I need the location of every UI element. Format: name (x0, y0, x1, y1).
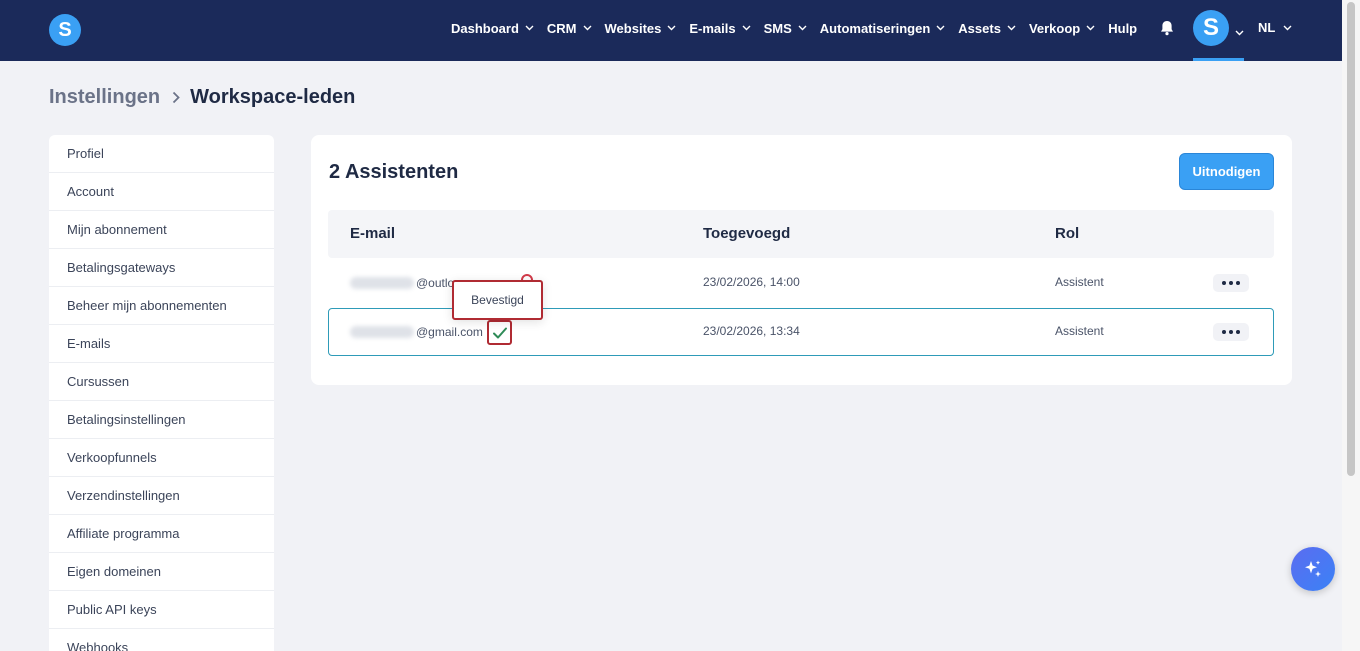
chevron-down-icon (798, 25, 807, 31)
nav-label: Hulp (1108, 20, 1138, 36)
members-count-title: 2 Assistenten (329, 161, 459, 183)
sidebar-item-api-keys[interactable]: Public API keys (49, 591, 274, 629)
sidebar-item-label: Verzendinstellingen (67, 488, 180, 503)
user-menu[interactable]: S (1193, 10, 1244, 61)
sidebar-item-payment-settings[interactable]: Betalingsinstellingen (49, 401, 274, 439)
logo[interactable]: S (49, 14, 81, 46)
nav-sales[interactable]: Verkoop (1029, 21, 1095, 36)
language-label: NL (1258, 20, 1276, 35)
sidebar-item-courses[interactable]: Cursussen (49, 363, 274, 401)
sidebar-item-webhooks[interactable]: Webhooks (49, 629, 274, 651)
nav-label: Websites (604, 20, 662, 36)
sidebar-item-label: Eigen domeinen (67, 564, 161, 579)
nav-label: Assets (958, 20, 1001, 36)
chevron-down-icon (525, 25, 534, 31)
nav-help[interactable]: Hulp (1108, 21, 1137, 36)
chevron-down-icon (1283, 25, 1292, 31)
sidebar-item-manage-subscriptions[interactable]: Beheer mijn abonnementen (49, 287, 274, 325)
sparkle-icon (1305, 560, 1321, 577)
nav-assets[interactable]: Assets (958, 21, 1016, 36)
redacted-email-user (350, 325, 414, 338)
nav-label: Verkoop (1028, 20, 1081, 36)
member-role: Assistent (1055, 324, 1104, 338)
sidebar-item-label: Public API keys (67, 602, 157, 617)
member-added-date: 23/02/2026, 13:34 (703, 324, 800, 338)
email-domain: @outlo (416, 275, 455, 290)
sidebar-item-subscription[interactable]: Mijn abonnement (49, 211, 274, 249)
chevron-down-icon (667, 25, 676, 31)
nav-label: Dashboard (451, 20, 519, 36)
status-tooltip: Bevestigd (452, 280, 543, 320)
sidebar-item-payment-gateways[interactable]: Betalingsgateways (49, 249, 274, 287)
breadcrumb: Instellingen Workspace-leden (49, 86, 355, 109)
breadcrumb-parent[interactable]: Instellingen (49, 86, 160, 109)
member-role: Assistent (1055, 275, 1104, 289)
sidebar-item-label: Beheer mijn abonnementen (67, 298, 227, 313)
sidebar-item-affiliate[interactable]: Affiliate programma (49, 515, 274, 553)
ai-assistant-button[interactable] (1291, 547, 1335, 591)
avatar[interactable]: S (1193, 10, 1229, 46)
logo-letter: S (58, 18, 72, 41)
main-nav: Dashboard CRM Websites E-mails SMS Autom… (451, 0, 1150, 56)
nav-websites[interactable]: Websites (605, 21, 677, 36)
nav-emails[interactable]: E-mails (689, 20, 751, 36)
column-header-email: E-mail (350, 225, 396, 242)
nav-label: CRM (546, 20, 577, 36)
sidebar-item-label: Account (67, 184, 114, 199)
language-selector[interactable]: NL (1258, 20, 1292, 35)
member-email: @outlo (350, 275, 454, 290)
chevron-down-icon (1235, 23, 1244, 41)
nav-label: E-mails (689, 20, 736, 36)
invite-button[interactable]: Uitnodigen (1179, 153, 1274, 190)
sidebar-item-label: Profiel (67, 146, 104, 161)
sidebar-item-sales-funnels[interactable]: Verkoopfunnels (49, 439, 274, 477)
sidebar-item-label: Betalingsgateways (67, 260, 176, 275)
sidebar-item-label: Cursussen (67, 374, 130, 389)
chevron-down-icon (1086, 25, 1095, 31)
chevron-right-icon (172, 91, 180, 104)
member-email: @gmail.com (350, 324, 483, 339)
page-title: Workspace-leden (190, 86, 356, 108)
sidebar-item-label: E-mails (67, 336, 111, 351)
sidebar-item-account[interactable]: Account (49, 173, 274, 211)
avatar-letter: S (1202, 14, 1219, 41)
table-header: E-mail Toegevoegd Rol (328, 210, 1274, 258)
sidebar-item-emails[interactable]: E-mails (49, 325, 274, 363)
active-indicator (1193, 58, 1244, 61)
chevron-down-icon (936, 25, 945, 31)
nav-dashboard[interactable]: Dashboard (451, 21, 534, 36)
sidebar-item-label: Webhooks (67, 640, 129, 651)
page-scrollbar-thumb[interactable] (1347, 2, 1355, 476)
confirmed-status-icon[interactable] (487, 320, 512, 345)
chevron-down-icon (1007, 25, 1016, 31)
nav-automations[interactable]: Automatiseringen (820, 21, 946, 36)
more-options-button[interactable] (1213, 274, 1249, 292)
nav-sms[interactable]: SMS (764, 21, 807, 36)
more-options-button[interactable] (1213, 323, 1249, 341)
check-icon (492, 327, 507, 338)
chevron-down-icon (583, 25, 592, 31)
sidebar-item-shipping-settings[interactable]: Verzendinstellingen (49, 477, 274, 515)
email-domain: @gmail.com (416, 324, 483, 339)
nav-label: Automatiseringen (819, 20, 931, 36)
sidebar-item-label: Betalingsinstellingen (67, 412, 186, 427)
column-header-added: Toegevoegd (703, 225, 791, 242)
sidebar-item-label: Affiliate programma (67, 526, 180, 541)
redacted-email-user (350, 276, 414, 289)
nav-crm[interactable]: CRM (547, 21, 592, 36)
nav-label: SMS (763, 20, 792, 36)
bell-icon[interactable] (1158, 19, 1176, 37)
sidebar-item-custom-domains[interactable]: Eigen domeinen (49, 553, 274, 591)
sidebar-item-label: Verkoopfunnels (67, 450, 157, 465)
sidebar-item-label: Mijn abonnement (67, 222, 167, 237)
top-navigation-bar: S Dashboard CRM Websites E-mails SMS Aut… (0, 0, 1342, 61)
column-header-role: Rol (1055, 225, 1080, 242)
chevron-down-icon (742, 25, 751, 31)
sidebar-item-profile[interactable]: Profiel (49, 135, 274, 173)
members-panel: 2 Assistenten Uitnodigen E-mail Toegevoe… (311, 135, 1292, 385)
settings-sidebar: Profiel Account Mijn abonnement Betaling… (49, 135, 274, 651)
member-added-date: 23/02/2026, 14:00 (703, 275, 800, 289)
